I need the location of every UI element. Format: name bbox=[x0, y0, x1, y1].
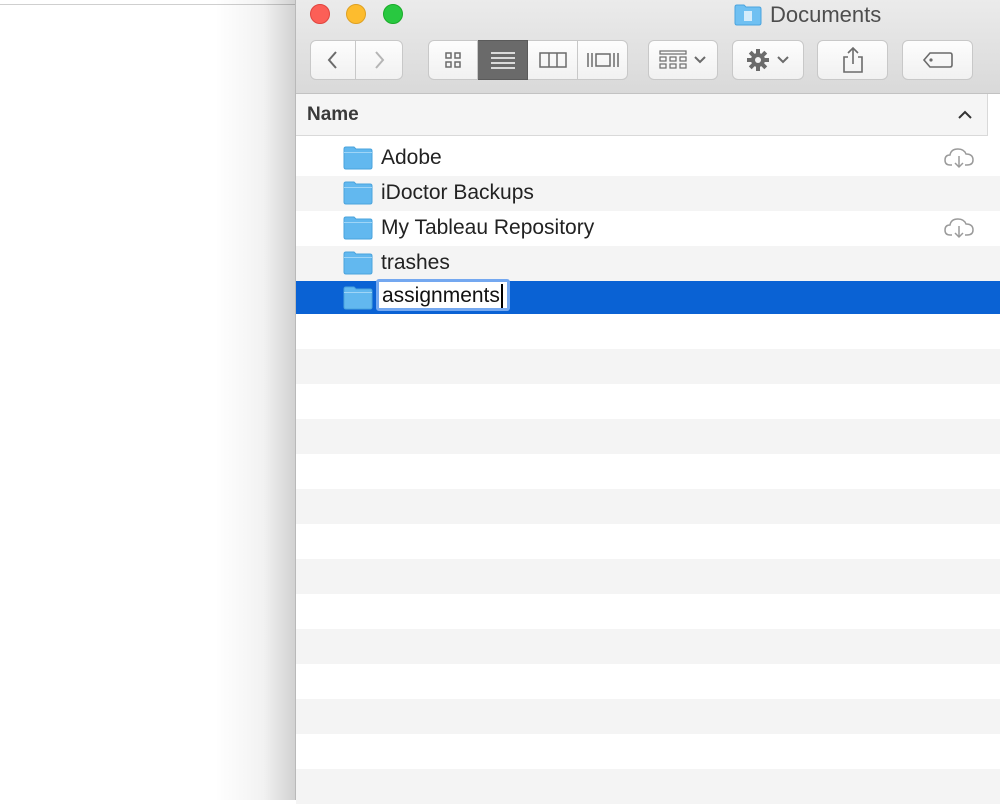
toolbar: Documents bbox=[296, 0, 1000, 94]
folder-icon bbox=[343, 146, 373, 170]
folder-icon bbox=[343, 216, 373, 240]
forward-button[interactable] bbox=[355, 40, 403, 80]
chevron-down-icon bbox=[694, 56, 706, 64]
window-title-text: Documents bbox=[770, 2, 882, 27]
icon-view-button[interactable] bbox=[428, 40, 478, 80]
file-name: trashes bbox=[381, 251, 450, 274]
back-button[interactable] bbox=[310, 40, 356, 80]
rename-field[interactable]: assignments bbox=[376, 279, 510, 311]
close-button[interactable] bbox=[310, 4, 330, 24]
folder-icon bbox=[343, 251, 373, 275]
empty-row bbox=[296, 769, 1000, 804]
empty-row bbox=[296, 594, 1000, 629]
window-title: Documents bbox=[734, 2, 881, 28]
list-item[interactable]: trashes bbox=[296, 246, 1000, 281]
gallery-view-icon bbox=[586, 53, 619, 67]
action-button[interactable] bbox=[732, 40, 804, 80]
view-mode-segmented-control bbox=[428, 40, 628, 80]
chevron-right-icon bbox=[375, 51, 385, 69]
window-shadow bbox=[215, 0, 295, 800]
minimize-button[interactable] bbox=[346, 4, 366, 24]
icon-view-icon bbox=[445, 52, 461, 68]
file-name: My Tableau Repository bbox=[381, 216, 595, 239]
column-view-icon bbox=[538, 52, 567, 68]
list-view-icon bbox=[490, 52, 515, 69]
chevron-down-icon bbox=[777, 56, 789, 64]
group-by-button[interactable] bbox=[648, 40, 718, 80]
empty-row bbox=[296, 314, 1000, 349]
text-cursor bbox=[500, 284, 503, 308]
empty-row bbox=[296, 734, 1000, 769]
folder-icon bbox=[343, 181, 373, 205]
group-grid-icon bbox=[659, 50, 687, 69]
share-icon bbox=[842, 46, 863, 73]
folder-icon bbox=[343, 286, 373, 310]
finder-window: Documents Name Adobe iDoctor Backups My … bbox=[295, 0, 1000, 804]
gallery-view-button[interactable] bbox=[578, 40, 628, 80]
maximize-button[interactable] bbox=[383, 4, 403, 24]
empty-row bbox=[296, 384, 1000, 419]
folder-icon bbox=[734, 4, 762, 26]
share-button[interactable] bbox=[817, 40, 888, 80]
empty-row bbox=[296, 629, 1000, 664]
empty-row bbox=[296, 524, 1000, 559]
chevron-up-icon[interactable] bbox=[956, 106, 974, 124]
file-name: Adobe bbox=[381, 146, 442, 169]
empty-row bbox=[296, 489, 1000, 524]
tags-button[interactable] bbox=[902, 40, 973, 80]
list-column-header: Name bbox=[296, 94, 988, 136]
file-name: iDoctor Backups bbox=[381, 181, 534, 204]
empty-row bbox=[296, 419, 1000, 454]
list-item-selected[interactable]: assignments bbox=[296, 279, 1000, 314]
file-list: Adobe iDoctor Backups My Tableau Reposit… bbox=[296, 141, 1000, 804]
empty-row bbox=[296, 664, 1000, 699]
gear-icon bbox=[747, 49, 769, 71]
cloud-download-icon[interactable] bbox=[944, 147, 974, 169]
tag-icon bbox=[922, 52, 953, 68]
rename-field-text: assignments bbox=[382, 284, 500, 307]
empty-row bbox=[296, 454, 1000, 489]
empty-row bbox=[296, 559, 1000, 594]
list-item[interactable]: Adobe bbox=[296, 141, 1000, 176]
list-view-button[interactable] bbox=[478, 40, 528, 80]
name-column-header[interactable]: Name bbox=[307, 104, 359, 126]
empty-row bbox=[296, 699, 1000, 734]
list-item[interactable]: iDoctor Backups bbox=[296, 176, 1000, 211]
cloud-download-icon[interactable] bbox=[944, 217, 974, 239]
empty-row bbox=[296, 349, 1000, 384]
column-view-button[interactable] bbox=[528, 40, 578, 80]
list-item[interactable]: My Tableau Repository bbox=[296, 211, 1000, 246]
chevron-left-icon bbox=[327, 51, 337, 69]
